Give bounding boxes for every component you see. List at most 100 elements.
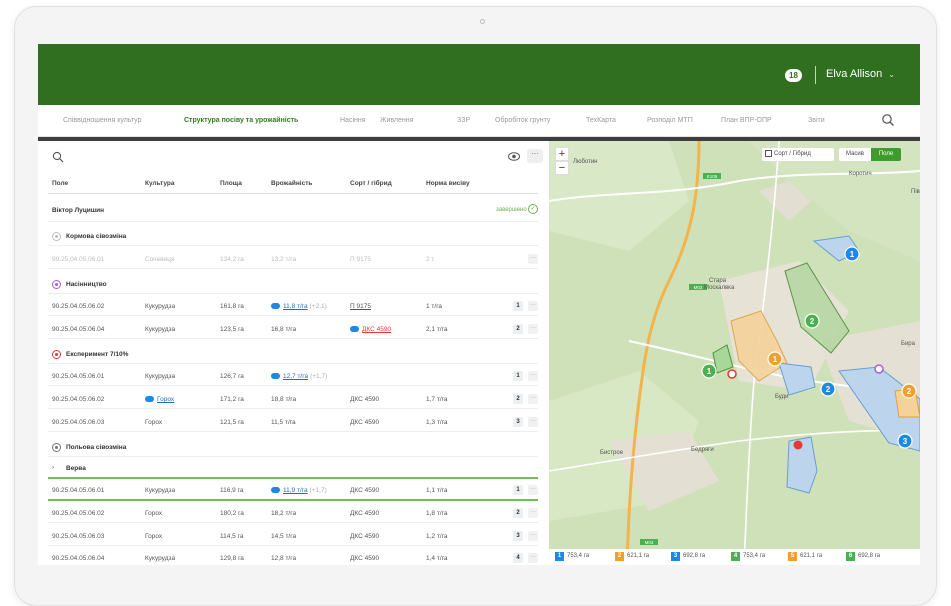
tab-item[interactable]: Розподіл МТП: [647, 117, 693, 124]
legend-number: 1: [555, 552, 564, 561]
comment-icon[interactable]: [145, 396, 154, 403]
eye-icon[interactable]: [508, 152, 520, 161]
group-radio-icon[interactable]: [52, 443, 61, 452]
field-id[interactable]: 90.25.04.05.06.02: [52, 396, 104, 403]
yield-value: 11,5 т/га: [271, 419, 296, 426]
tab-bar: Співвідношення культур Структура посіву т…: [38, 105, 920, 137]
field-id[interactable]: 90.25.04.05.06.04: [52, 326, 104, 333]
group-radio-icon[interactable]: [52, 280, 61, 289]
row-divider: [48, 408, 538, 409]
row-number-badge: 2: [513, 508, 523, 518]
map-legend: 1 753,4 га 2 621,1 га 3 692,8 га 4 753,4 га 5 621…: [549, 549, 920, 565]
seeding-rate: 1,8 т/га: [426, 510, 448, 517]
crop-name: Горох: [145, 396, 174, 403]
map-panel[interactable]: 1 2 1 2 3 1 2 Люботин Коротич Стара Моск…: [549, 141, 920, 565]
header-divider: [48, 193, 538, 194]
legend-item: 3 692,8 га: [671, 552, 705, 561]
row-more-button[interactable]: ···: [528, 394, 538, 404]
notification-badge[interactable]: 18: [785, 69, 802, 82]
column-header[interactable]: Сорт / гібрид: [350, 180, 392, 187]
field-id[interactable]: 90.25.04.05.06.03: [52, 533, 104, 540]
column-header[interactable]: Культура: [145, 180, 175, 187]
seeding-rate: 1,4 т/га: [426, 555, 448, 562]
tab-item[interactable]: Звіти: [808, 117, 825, 124]
row-more-button[interactable]: ···: [528, 553, 538, 563]
field-id[interactable]: 90.25.04.05.06.02: [52, 510, 104, 517]
sort-hybrid-toggle[interactable]: Сорт / Гібрид: [762, 148, 834, 161]
row-more-button[interactable]: ···: [528, 301, 538, 311]
comment-icon[interactable]: [350, 326, 359, 333]
comment-icon[interactable]: [271, 373, 280, 380]
tab-item[interactable]: План ВПР-ОПР: [721, 117, 772, 124]
search-icon[interactable]: [881, 113, 895, 127]
zoom-out-button[interactable]: −: [555, 161, 569, 175]
column-header[interactable]: Площа: [220, 180, 242, 187]
field-id[interactable]: 90.25.04.05.06.01: [52, 256, 104, 263]
yield-value: 12,7 т/га (+1,7): [271, 373, 327, 380]
variety-link[interactable]: П 9175: [350, 303, 371, 310]
legend-number: 5: [788, 552, 797, 561]
row-number-badge: 1: [513, 371, 523, 381]
field-id[interactable]: 90.25.04.05.06.04: [52, 555, 104, 562]
field-id[interactable]: 90.25.04.05.06.03: [52, 419, 104, 426]
crop-name: Кукурудза: [145, 487, 176, 494]
column-header[interactable]: Поле: [52, 180, 68, 187]
tab-item[interactable]: Співвідношення культур: [63, 117, 141, 124]
tab-item[interactable]: ЗЗР: [457, 117, 470, 124]
search-icon[interactable]: [52, 151, 64, 163]
field-view-button[interactable]: Поле: [871, 148, 901, 161]
field-id[interactable]: 90.25.04.05.06.01: [52, 373, 104, 380]
row-more-button[interactable]: ···: [528, 371, 538, 381]
legend-number: 3: [671, 552, 680, 561]
comment-icon[interactable]: [271, 303, 280, 310]
seeding-rate: 1,3 т/га: [426, 419, 448, 426]
map-canvas[interactable]: 1 2 1 2 3 1 2 Люботин Коротич Стара Моск…: [549, 141, 920, 565]
yield-link[interactable]: 11,9 т/га: [283, 487, 308, 494]
row-divider: [48, 293, 538, 294]
owner-name: Віктор Луцишин: [52, 207, 105, 214]
checkbox-icon[interactable]: [765, 149, 772, 157]
yield-link[interactable]: 11,8 т/га: [283, 303, 308, 310]
tab-item[interactable]: ТехКарта: [586, 117, 616, 124]
crop-link[interactable]: Горох: [157, 396, 174, 403]
column-header[interactable]: Врожайність: [271, 180, 312, 187]
tab-item[interactable]: Структура посіву та урожайність: [184, 117, 298, 124]
user-menu[interactable]: Elva Allison ⌄: [826, 68, 895, 80]
zoom-in-button[interactable]: +: [555, 147, 569, 161]
row-more-button[interactable]: ···: [528, 254, 538, 264]
row-number-badge: 2: [513, 324, 523, 334]
variety-link[interactable]: ДКС 4590: [362, 326, 391, 333]
seeding-rate: 1,1 т/га: [426, 487, 448, 494]
group-radio-icon[interactable]: [52, 232, 61, 241]
tab-item[interactable]: Обробіток грунту: [495, 117, 550, 124]
comment-icon[interactable]: [271, 487, 280, 494]
group-radio-dot: [55, 283, 58, 286]
row-more-button[interactable]: ···: [528, 531, 538, 541]
area-value: 180,2 га: [220, 510, 244, 517]
row-more-button[interactable]: ···: [528, 485, 538, 495]
more-options-button[interactable]: ···: [527, 149, 543, 163]
road-label: Е105: [707, 174, 718, 179]
tab-item[interactable]: Живлення: [380, 117, 413, 124]
row-divider: [48, 522, 538, 523]
row-more-button[interactable]: ···: [528, 324, 538, 334]
row-divider: [48, 245, 538, 246]
legend-area: 692,8 га: [858, 553, 881, 559]
field-id[interactable]: 90.25.04.05.06.01: [52, 487, 104, 494]
yield-value: 11,9 т/га (+1,7): [271, 487, 327, 494]
app-screen: 18 Elva Allison ⌄ Співвідношення культур С…: [38, 44, 920, 565]
massif-view-button[interactable]: Масив: [839, 148, 871, 161]
group-radio-icon[interactable]: [52, 350, 61, 359]
row-divider: [48, 221, 538, 222]
chevron-right-icon[interactable]: ›: [52, 464, 54, 471]
top-bar: 18 Elva Allison ⌄: [38, 44, 920, 105]
row-more-button[interactable]: ···: [528, 417, 538, 427]
column-header[interactable]: Норма висіву: [426, 180, 470, 187]
group-name: Експеримент 7/10%: [66, 351, 129, 358]
field-id[interactable]: 90.25.04.05.06.02: [52, 303, 104, 310]
tab-item[interactable]: Насіння: [340, 117, 366, 124]
row-more-button[interactable]: ···: [528, 508, 538, 518]
yield-value: 14,5 т/га: [271, 533, 297, 540]
area-value: 134,2 га: [220, 256, 244, 263]
yield-link[interactable]: 12,7 т/га: [283, 373, 308, 380]
